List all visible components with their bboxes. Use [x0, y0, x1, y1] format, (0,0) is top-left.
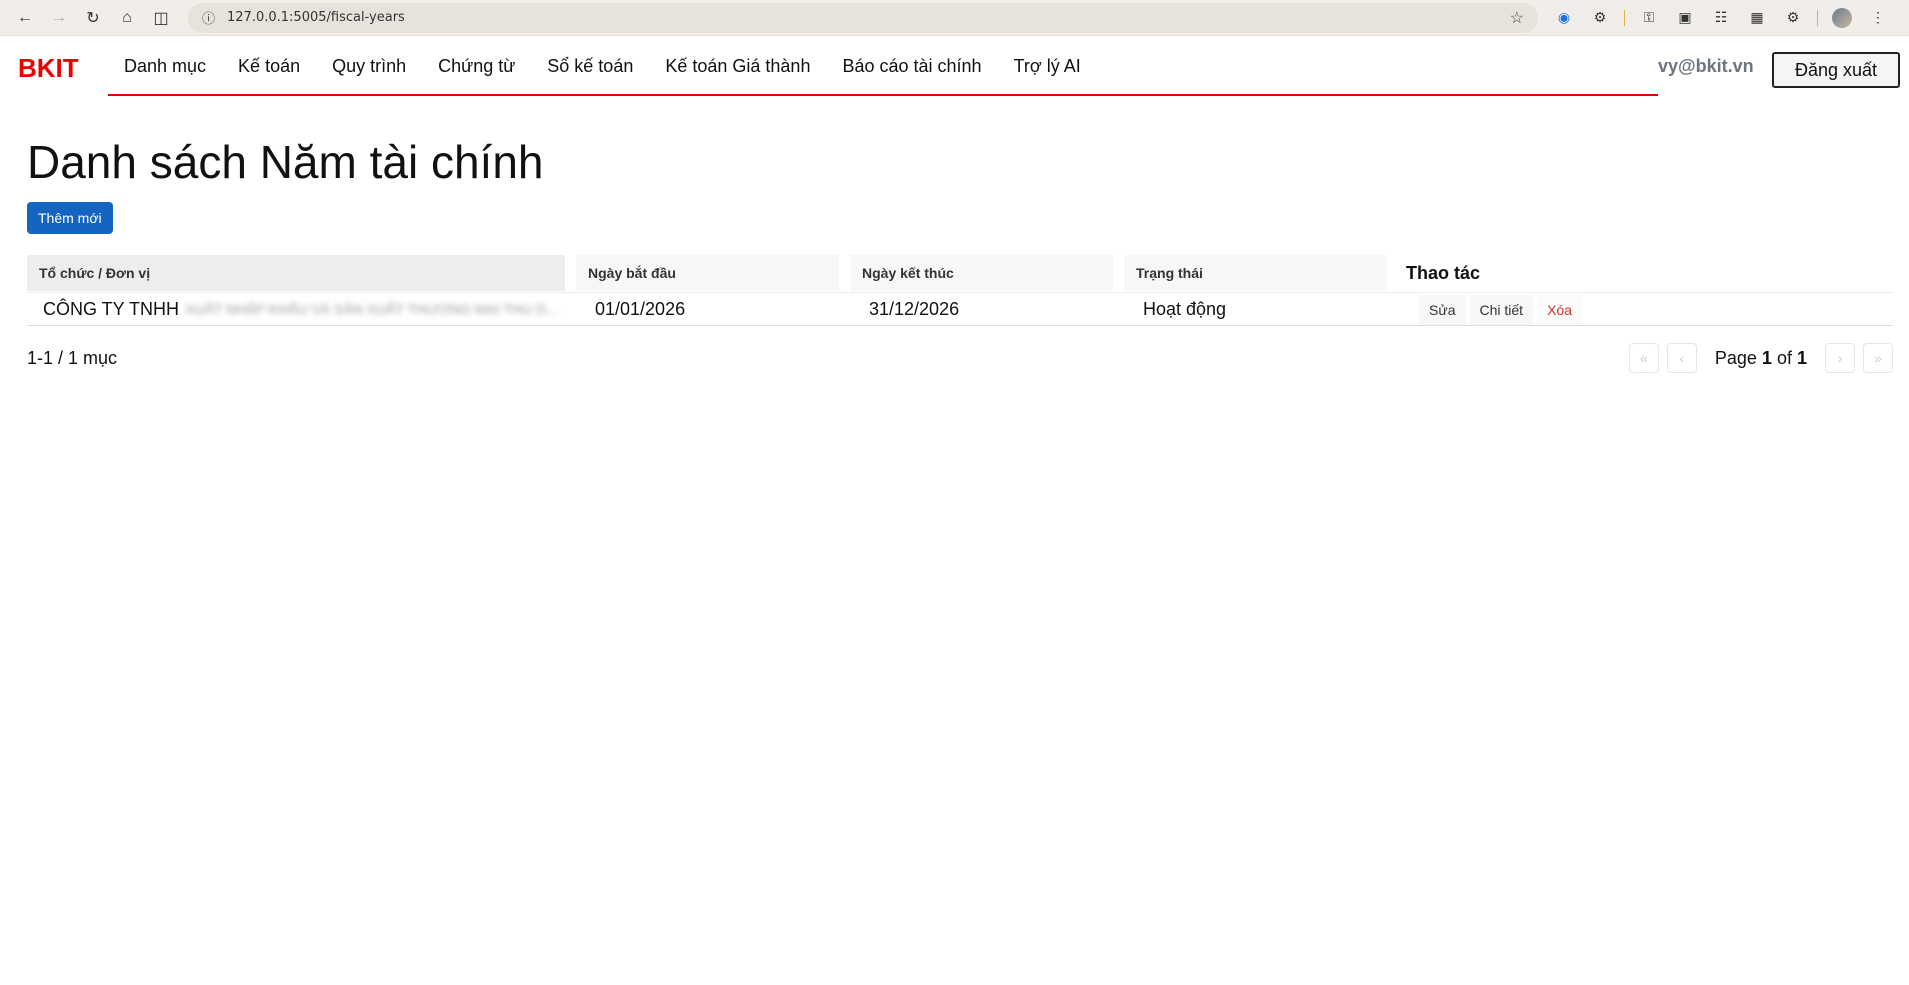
delete-button[interactable]: Xóa — [1537, 295, 1582, 325]
column-header-org[interactable]: Tổ chức / Đơn vị — [27, 255, 565, 291]
menu-item-quy-trinh[interactable]: Quy trình — [316, 56, 422, 77]
bookmark-star-icon[interactable]: ☆ — [1510, 8, 1524, 28]
next-page-icon[interactable]: › — [1825, 343, 1855, 373]
first-page-icon[interactable]: « — [1628, 343, 1659, 373]
detail-button[interactable]: Chi tiết — [1469, 295, 1534, 325]
cell-end-date: 31/12/2026 — [869, 298, 960, 319]
more-menu-icon[interactable]: ⋮ — [1862, 3, 1894, 33]
site-info-icon[interactable]: ⓘ — [202, 8, 215, 27]
page-title: Danh sách Năm tài chính — [27, 136, 544, 188]
address-bar[interactable]: ⓘ 127.0.0.1:5005/fiscal-years ☆ — [188, 2, 1538, 33]
forward-icon[interactable]: → — [42, 1, 76, 35]
current-page: 1 — [1761, 347, 1772, 368]
menu-item-tro-ly-ai[interactable]: Trợ lý AI — [998, 56, 1097, 77]
last-page-icon[interactable]: » — [1863, 343, 1893, 373]
table-row[interactable]: CÔNG TY TNHH XUẤT NHẬP KHẨU VÀ SẢN XUẤT … — [27, 292, 1893, 326]
org-name: CÔNG TY TNHH — [43, 298, 180, 319]
edit-button[interactable]: Sửa — [1419, 295, 1466, 325]
extensions-icon[interactable]: ⚙ — [1584, 3, 1616, 33]
main-menu: Danh mục Kế toán Quy trình Chứng từ Sổ k… — [108, 38, 1658, 96]
menu-item-bao-cao-tai-chinh[interactable]: Báo cáo tài chính — [826, 56, 997, 77]
reading-list-icon[interactable]: ☷ — [1705, 3, 1737, 33]
of-word: of — [1776, 347, 1792, 368]
total-pages: 1 — [1796, 347, 1807, 368]
profile-avatar[interactable] — [1826, 3, 1858, 33]
column-header-status[interactable]: Trạng thái — [1124, 255, 1387, 291]
column-header-end[interactable]: Ngày kết thúc — [850, 255, 1113, 291]
screen-capture-icon[interactable]: ◉ — [1548, 3, 1580, 33]
card-icon[interactable]: ▣ — [1669, 3, 1701, 33]
cell-start-date: 01/01/2026 — [595, 298, 686, 319]
browser-toolbar: ← → ↻ ⌂ ◫ ⓘ 127.0.0.1:5005/fiscal-years … — [0, 0, 1909, 36]
devtools-icon[interactable]: ⚙ — [1777, 3, 1809, 33]
page-word: Page — [1714, 347, 1757, 368]
page-indicator: Page 1 of 1 — [1715, 348, 1807, 369]
column-header-start[interactable]: Ngày bắt đầu — [576, 255, 839, 291]
brand-logo[interactable]: BKIT — [18, 53, 79, 84]
logout-button[interactable]: Đăng xuất — [1772, 52, 1900, 88]
prev-page-icon[interactable]: ‹ — [1666, 343, 1697, 373]
menu-item-ke-toan-gia-thanh[interactable]: Kế toán Giá thành — [649, 56, 826, 77]
url-text[interactable]: 127.0.0.1:5005/fiscal-years — [227, 10, 1510, 25]
pagination: « ‹ Page 1 of 1 › » — [1628, 343, 1893, 373]
cell-status: Hoạt động — [1143, 298, 1227, 319]
toolbar-divider — [1624, 9, 1625, 26]
table-footer: 1-1 / 1 mục « ‹ Page 1 of 1 › » — [27, 342, 1893, 374]
menu-item-so-ke-toan[interactable]: Sổ kế toán — [531, 56, 649, 77]
cell-org: CÔNG TY TNHH XUẤT NHẬP KHẨU VÀ SẢN XUẤT … — [27, 293, 579, 325]
app-header: BKIT Danh mục Kế toán Quy trình Chứng từ… — [0, 38, 1909, 98]
user-email: vy@bkit.vn — [1658, 56, 1754, 76]
org-name-redacted: XUẤT NHẬP KHẨU VÀ SẢN XUẤT THƯƠNG MẠI TH… — [185, 301, 558, 317]
tab-groups-icon[interactable]: ▦ — [1741, 3, 1773, 33]
home-icon[interactable]: ⌂ — [110, 1, 144, 35]
menu-item-ke-toan[interactable]: Kế toán — [222, 56, 316, 77]
cell-actions: Sửa Chi tiết Xóa — [1409, 293, 1582, 325]
menu-item-chung-tu[interactable]: Chứng từ — [422, 56, 531, 77]
add-new-button[interactable]: Thêm mới — [27, 202, 113, 234]
column-header-actions: Thao tác — [1406, 262, 1481, 283]
password-icon[interactable]: ⚿ — [1633, 3, 1665, 33]
record-count: 1-1 / 1 mục — [27, 347, 118, 368]
toolbar-divider — [1817, 9, 1818, 26]
split-view-icon[interactable]: ◫ — [144, 1, 178, 35]
menu-item-danh-muc[interactable]: Danh mục — [108, 56, 222, 77]
table-header: Tổ chức / Đơn vị Ngày bắt đầu Ngày kết t… — [27, 255, 1893, 291]
back-icon[interactable]: ← — [8, 1, 42, 35]
fiscal-years-table: Tổ chức / Đơn vị Ngày bắt đầu Ngày kết t… — [27, 255, 1893, 326]
reload-icon[interactable]: ↻ — [76, 1, 110, 35]
